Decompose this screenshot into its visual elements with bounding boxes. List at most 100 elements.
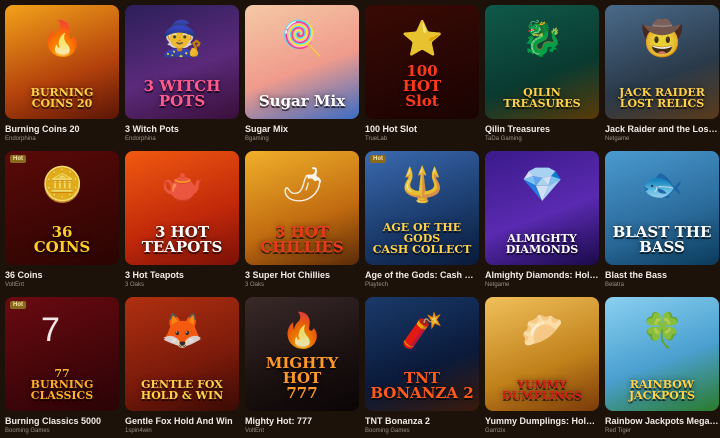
- game-tile[interactable]: ⭐ 100 HOT Slot 100 Hot Slot TrueLab: [365, 5, 479, 146]
- game-title[interactable]: Rainbow Jackpots Megaways: [605, 416, 719, 426]
- game-art-title: BURNING COINS 20: [30, 86, 94, 110]
- game-thumbnail[interactable]: 🔥 BURNING COINS 20: [5, 5, 119, 119]
- game-title[interactable]: Burning Classics 5000: [5, 416, 119, 426]
- witch-hat-icon: 🧙: [161, 20, 204, 58]
- dragon-icon: 🐉: [521, 20, 564, 58]
- game-provider: Red Tiger: [605, 428, 632, 434]
- game-provider: VoltEnt: [5, 282, 25, 288]
- game-title[interactable]: 36 Coins: [5, 270, 119, 280]
- game-thumbnail[interactable]: 🐟 BLAST THE BASS: [605, 151, 719, 265]
- game-art-title: 3 HOT CHILLIES: [260, 223, 344, 256]
- game-title[interactable]: Age of the Gods: Cash Collect: [365, 270, 479, 280]
- game-thumbnail[interactable]: 💎 ALMIGHTY DIAMONDS: [485, 151, 599, 265]
- leprechaun-icon: 🍀: [641, 312, 684, 350]
- hot-badge: Hot: [370, 155, 386, 163]
- game-tile[interactable]: 🔱 AGE OF THE GODS CASH COLLECT Hot Age o…: [365, 151, 479, 292]
- game-title[interactable]: 3 Witch Pots: [125, 124, 239, 134]
- game-thumbnail[interactable]: ⭐ 100 HOT Slot: [365, 5, 479, 119]
- game-provider: Endorphina: [125, 136, 156, 142]
- game-thumbnail[interactable]: 🧨 TNT BONANZA 2: [365, 297, 479, 411]
- game-thumbnail[interactable]: 🫖 3 HOT TEAPOTS: [125, 151, 239, 265]
- game-title[interactable]: Sugar Mix: [245, 124, 359, 134]
- game-thumbnail[interactable]: 🌶 3 HOT CHILLIES: [245, 151, 359, 265]
- game-provider: Booming Games: [365, 428, 410, 434]
- game-art-title: 3 WITCH POTS: [143, 77, 221, 110]
- game-provider: 1spin4win: [125, 428, 152, 434]
- game-tile[interactable]: 🍀 RAINBOW JACKPOTS Rainbow Jackpots Mega…: [605, 297, 719, 438]
- game-provider: VoltEnt: [245, 428, 265, 434]
- game-thumbnail[interactable]: 🧙 3 WITCH POTS: [125, 5, 239, 119]
- game-tile[interactable]: 🍭 Sugar Mix Sugar Mix Bgaming: [245, 5, 359, 146]
- game-title[interactable]: Blast the Bass: [605, 270, 719, 280]
- game-title[interactable]: TNT Bonanza 2: [365, 416, 479, 426]
- game-title[interactable]: Gentle Fox Hold And Win: [125, 416, 239, 426]
- chili-pepper-icon: 🌶: [281, 166, 325, 204]
- trident-icon: 🔱: [401, 166, 444, 204]
- hot-badge: Hot: [10, 301, 26, 309]
- game-art-title: MIGHTY HOT 777: [265, 354, 339, 402]
- game-tile[interactable]: 7 77 BURNING CLASSICS Hot Burning Classi…: [5, 297, 119, 438]
- game-thumbnail[interactable]: 🤠 JACK RAIDER LOST RELICS: [605, 5, 719, 119]
- explorer-icon: 🤠: [641, 20, 684, 58]
- game-provider: Playtech: [365, 282, 389, 288]
- game-tile[interactable]: 🦊 GENTLE FOX HOLD & WIN Gentle Fox Hold …: [125, 297, 239, 438]
- game-provider: 3 Oaks: [245, 282, 265, 288]
- game-title[interactable]: Qilin Treasures: [485, 124, 599, 134]
- teapot-icon: 🫖: [161, 166, 204, 204]
- game-title[interactable]: Burning Coins 20: [5, 124, 119, 134]
- game-thumbnail[interactable]: 🦊 GENTLE FOX HOLD & WIN: [125, 297, 239, 411]
- game-art-title: GENTLE FOX HOLD & WIN: [140, 378, 224, 402]
- game-tile[interactable]: 🥟 YUMMY DUMPLINGS Yummy Dumplings: Hold …: [485, 297, 599, 438]
- game-provider: TrueLab: [365, 136, 388, 142]
- game-art-title: 36 COINS: [33, 223, 91, 256]
- game-provider: Endorphina: [5, 136, 36, 142]
- dumpling-icon: 🥟: [521, 312, 564, 350]
- game-art-title: RAINBOW JACKPOTS: [628, 378, 696, 402]
- game-thumbnail[interactable]: 🔥 MIGHTY HOT 777: [245, 297, 359, 411]
- game-art-title: YUMMY DUMPLINGS: [502, 378, 582, 402]
- game-tile[interactable]: 🧨 TNT BONANZA 2 TNT Bonanza 2 Booming Ga…: [365, 297, 479, 438]
- game-thumbnail[interactable]: 🪙 36 COINS Hot: [5, 151, 119, 265]
- game-title[interactable]: Jack Raider and the Lost Relics: [605, 124, 719, 134]
- game-thumbnail[interactable]: 🥟 YUMMY DUMPLINGS: [485, 297, 599, 411]
- game-title[interactable]: Mighty Hot: 777: [245, 416, 359, 426]
- seven-icon: 7: [41, 311, 60, 349]
- seven-icon: 🔥: [281, 312, 324, 350]
- game-title[interactable]: 100 Hot Slot: [365, 124, 479, 134]
- game-thumbnail[interactable]: 🔱 AGE OF THE GODS CASH COLLECT Hot: [365, 151, 479, 265]
- game-provider: Belatra: [605, 282, 625, 288]
- game-art-title: TNT BONANZA 2: [370, 369, 474, 402]
- game-title[interactable]: Almighty Diamonds: Hold 'N' Link: [485, 270, 599, 280]
- game-provider: Netgame: [605, 136, 630, 142]
- game-art-title: 100 HOT Slot: [402, 62, 442, 110]
- game-title[interactable]: 3 Hot Teapots: [125, 270, 239, 280]
- game-tile[interactable]: 🌶 3 HOT CHILLIES 3 Super Hot Chillies 3 …: [245, 151, 359, 292]
- game-provider: Bgaming: [245, 136, 269, 142]
- game-art-title: ALMIGHTY DIAMONDS: [505, 232, 579, 256]
- game-thumbnail[interactable]: 🍭 Sugar Mix: [245, 5, 359, 119]
- game-tile[interactable]: 🤠 JACK RAIDER LOST RELICS Jack Raider an…: [605, 5, 719, 146]
- game-tile[interactable]: 🔥 MIGHTY HOT 777 Mighty Hot: 777 VoltEnt: [245, 297, 359, 438]
- game-thumbnail[interactable]: 🐉 QILIN TREASURES: [485, 5, 599, 119]
- game-tile[interactable]: 🔥 BURNING COINS 20 Burning Coins 20 Endo…: [5, 5, 119, 146]
- game-thumbnail[interactable]: 🍀 RAINBOW JACKPOTS: [605, 297, 719, 411]
- game-art-title: 3 HOT TEAPOTS: [141, 223, 223, 256]
- game-art-title: JACK RAIDER LOST RELICS: [619, 86, 705, 110]
- game-tile[interactable]: 🧙 3 WITCH POTS 3 Witch Pots Endorphina: [125, 5, 239, 146]
- game-tile[interactable]: 🫖 3 HOT TEAPOTS 3 Hot Teapots 3 Oaks: [125, 151, 239, 292]
- star-icon: ⭐: [401, 20, 444, 58]
- game-art-title: QILIN TREASURES: [503, 86, 581, 110]
- game-art-title: 77 BURNING CLASSICS: [30, 367, 94, 402]
- diamond-icon: 💎: [521, 166, 564, 204]
- game-provider: Booming Games: [5, 428, 50, 434]
- game-tile[interactable]: 🪙 36 COINS Hot 36 Coins VoltEnt: [5, 151, 119, 292]
- game-title[interactable]: 3 Super Hot Chillies: [245, 270, 359, 280]
- game-tile[interactable]: 💎 ALMIGHTY DIAMONDS Almighty Diamonds: H…: [485, 151, 599, 292]
- game-tile[interactable]: 🐉 QILIN TREASURES Qilin Treasures TaDa G…: [485, 5, 599, 146]
- game-tile[interactable]: 🐟 BLAST THE BASS Blast the Bass Belatra: [605, 151, 719, 292]
- game-provider: Netgame: [485, 282, 510, 288]
- game-art-title: BLAST THE BASS: [612, 223, 712, 256]
- fox-icon: 🦊: [161, 312, 204, 350]
- game-thumbnail[interactable]: 7 77 BURNING CLASSICS Hot: [5, 297, 119, 411]
- game-title[interactable]: Yummy Dumplings: Hold the Spin: [485, 416, 599, 426]
